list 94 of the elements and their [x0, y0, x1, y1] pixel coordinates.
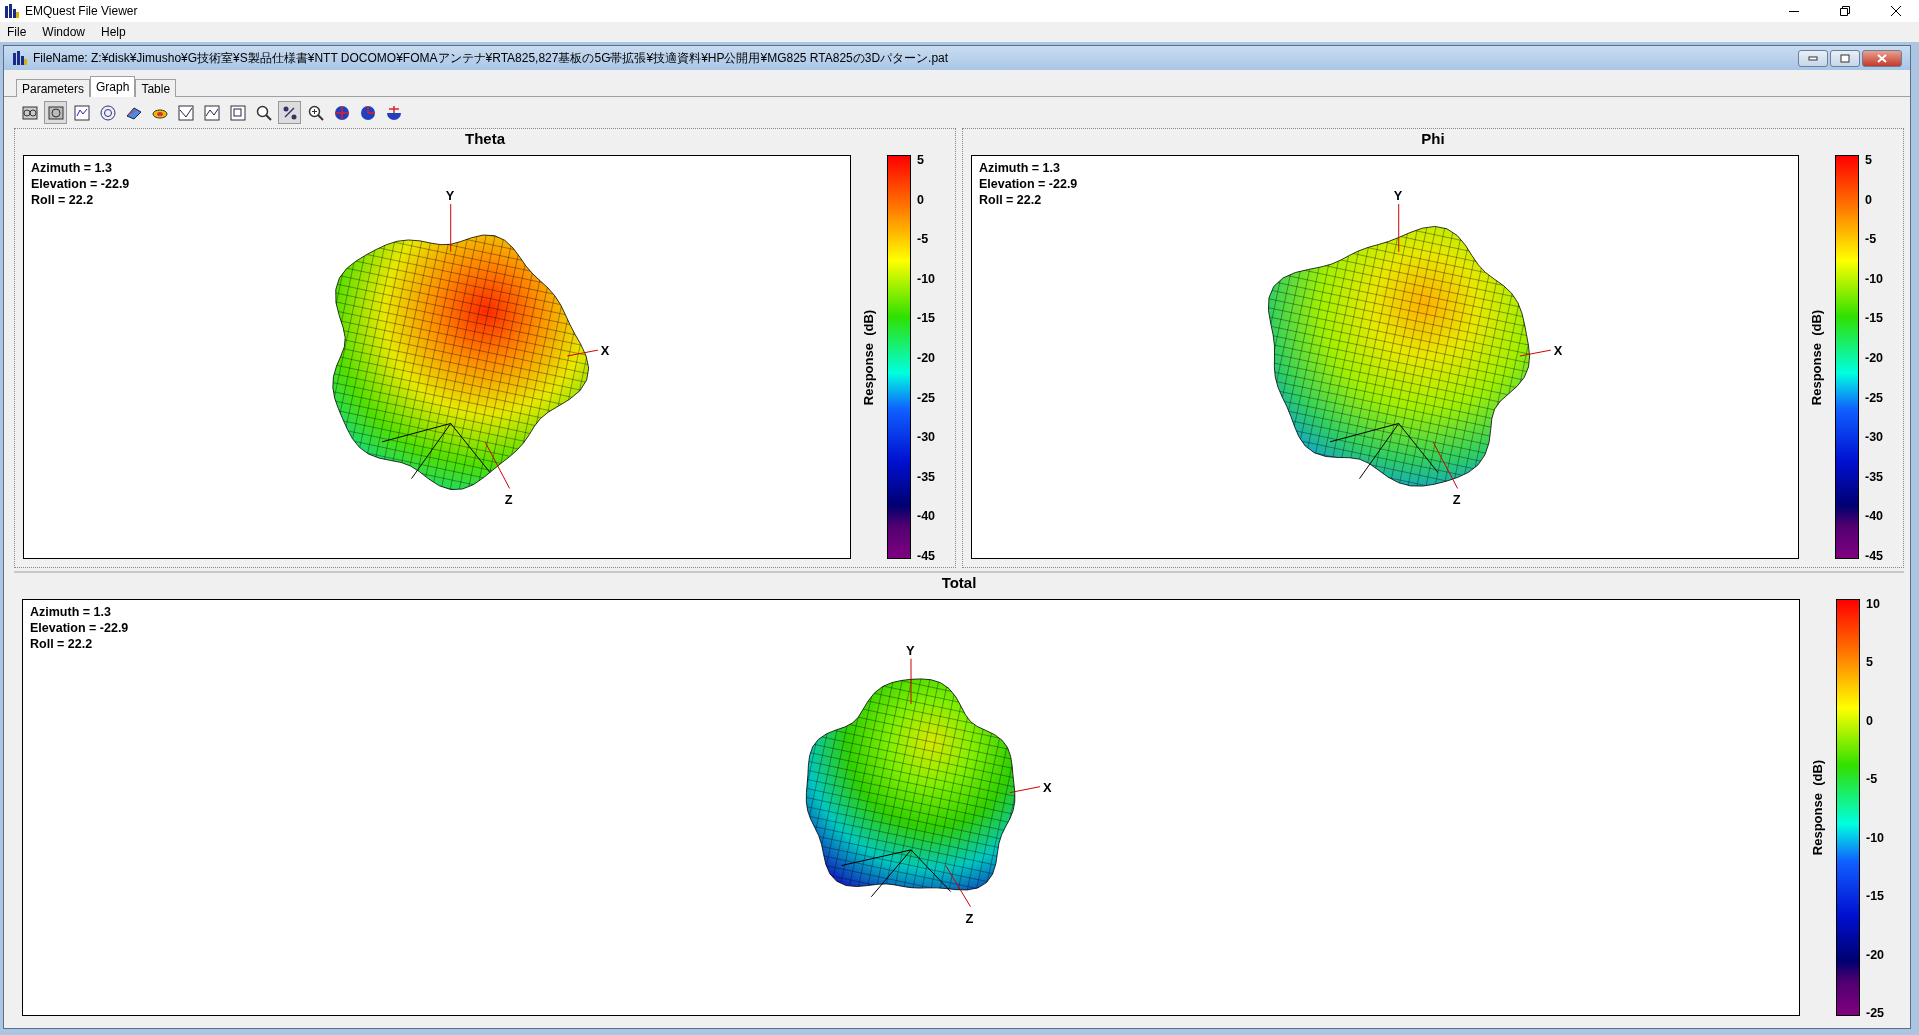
colorbar-tick: -30	[1865, 430, 1884, 445]
axis-label: Y	[445, 188, 455, 204]
toolbar-icon	[46, 103, 65, 122]
toolbar-button[interactable]	[44, 101, 67, 124]
app-icon	[4, 3, 20, 19]
plot-title: Phi	[1420, 129, 1446, 149]
axis-label: X	[1553, 343, 1563, 359]
colorbar-tick: -35	[917, 469, 936, 484]
colorbar-label: Response (dB)	[861, 309, 877, 405]
colorbar-tick: -15	[1866, 889, 1885, 904]
colorbar-tick: -25	[1866, 1005, 1885, 1020]
axis-label: X	[1042, 779, 1052, 795]
toolbar-icon	[72, 103, 91, 122]
app-icon	[12, 50, 28, 66]
axis-line	[566, 349, 599, 357]
close-icon	[1891, 6, 1901, 16]
view-angle-text: Azimuth = 1.3	[30, 604, 112, 620]
colorbar-tick: -35	[1865, 469, 1884, 484]
axis-label: Y	[906, 642, 915, 658]
colorbar-label: Response (dB)	[1810, 759, 1826, 856]
axis-line	[1519, 349, 1552, 357]
view-angle-text: Azimuth = 1.3	[979, 160, 1061, 176]
view-angle-text: Roll = 22.2	[30, 636, 94, 652]
tab[interactable]: Table	[135, 79, 177, 97]
menu-item[interactable]: Help	[94, 23, 135, 41]
restore-icon	[1840, 53, 1850, 63]
colorbar-tick: -10	[1866, 830, 1885, 845]
colorbar-tick: -10	[1865, 271, 1884, 286]
toolbar-button[interactable]	[278, 101, 301, 124]
toolbar-icon	[176, 103, 195, 122]
minimize-button[interactable]	[1798, 49, 1828, 67]
axis-line	[450, 203, 452, 253]
restore-icon	[1840, 6, 1850, 16]
view-angle-text: Elevation = -22.9	[31, 176, 130, 192]
axis-label: Z	[965, 910, 974, 926]
toolbar-icon	[228, 103, 247, 122]
view-angle-text: Elevation = -22.9	[979, 176, 1078, 192]
close-icon	[1877, 53, 1887, 63]
colorbar-label: Response (dB)	[1809, 309, 1825, 405]
axis-label: Z	[504, 492, 513, 508]
toolbar-icon	[384, 103, 403, 122]
tab[interactable]: Parameters	[16, 79, 91, 97]
toolbar-icon	[98, 103, 117, 122]
colorbar-tick: 5	[1865, 153, 1873, 167]
colorbar-tick: -40	[917, 509, 936, 524]
colorbar-tick: -30	[917, 430, 936, 445]
colorbar-tick: -10	[917, 271, 936, 286]
axis-label: Y	[1393, 188, 1403, 204]
colorbar-tick: -5	[917, 232, 930, 247]
view-angle-text: Roll = 22.2	[31, 192, 95, 208]
colorbar-tick: -5	[1866, 772, 1879, 787]
colorbar-tick: 10	[1866, 597, 1881, 611]
minimize-icon	[1808, 55, 1818, 61]
colorbar-tick: 5	[917, 153, 925, 167]
axis-line	[1009, 786, 1041, 794]
menu-item[interactable]: File	[0, 23, 36, 41]
plot-title: Theta	[464, 129, 506, 149]
axis-label: X	[600, 343, 610, 359]
colorbar-tick: -45	[1865, 548, 1884, 563]
axis-line	[1398, 203, 1400, 253]
tab[interactable]: Graph	[90, 76, 136, 97]
colorbar-tick: -25	[917, 390, 936, 405]
colorbar-tick: -20	[1865, 350, 1884, 365]
axis-line	[910, 658, 912, 705]
colorbar-tick: -15	[1865, 311, 1884, 326]
window-title: EMQuest File Viewer	[25, 4, 138, 18]
toolbar-icon	[20, 103, 39, 122]
axis-line	[945, 865, 972, 908]
colorbar-tick: 5	[1866, 655, 1874, 670]
document-title: FileName: Z:¥disk¥Jimusho¥G技術室¥S製品仕様書¥NTT DOCOMO¥FOMAアンテナ¥RTA825,827基板の5G帯拡張¥技適資料¥HP公開用¥MG825 RTA825の3Dパターン.pat	[33, 49, 949, 67]
colorbar-tick: -15	[917, 311, 936, 326]
colorbar-tick: -45	[917, 548, 936, 563]
menu-item[interactable]: Window	[35, 23, 95, 41]
toolbar-icon	[202, 103, 221, 122]
view-angle-text: Elevation = -22.9	[30, 620, 129, 636]
toolbar-icon	[332, 103, 351, 122]
colorbar-tick: -20	[917, 350, 936, 365]
axis-line	[1432, 441, 1459, 489]
colorbar-tick: 0	[1866, 713, 1874, 728]
colorbar-tick: 0	[917, 192, 925, 207]
colorbar-tick: -5	[1865, 232, 1878, 247]
toolbar-icon	[306, 103, 325, 122]
colorbar-tick: -40	[1865, 509, 1884, 524]
toolbar-icon	[254, 103, 273, 122]
toolbar-icon	[358, 103, 377, 122]
view-angle-text: Azimuth = 1.3	[31, 160, 113, 176]
axis-line	[484, 441, 511, 489]
colorbar-tick: 0	[1865, 192, 1873, 207]
view-angle-text: Roll = 22.2	[979, 192, 1043, 208]
colorbar-tick: -25	[1865, 390, 1884, 405]
colorbar-tick: -20	[1866, 947, 1885, 962]
axis-label: Z	[1452, 492, 1461, 508]
close-button[interactable]	[1862, 49, 1902, 67]
plot-title: Total	[940, 573, 978, 593]
